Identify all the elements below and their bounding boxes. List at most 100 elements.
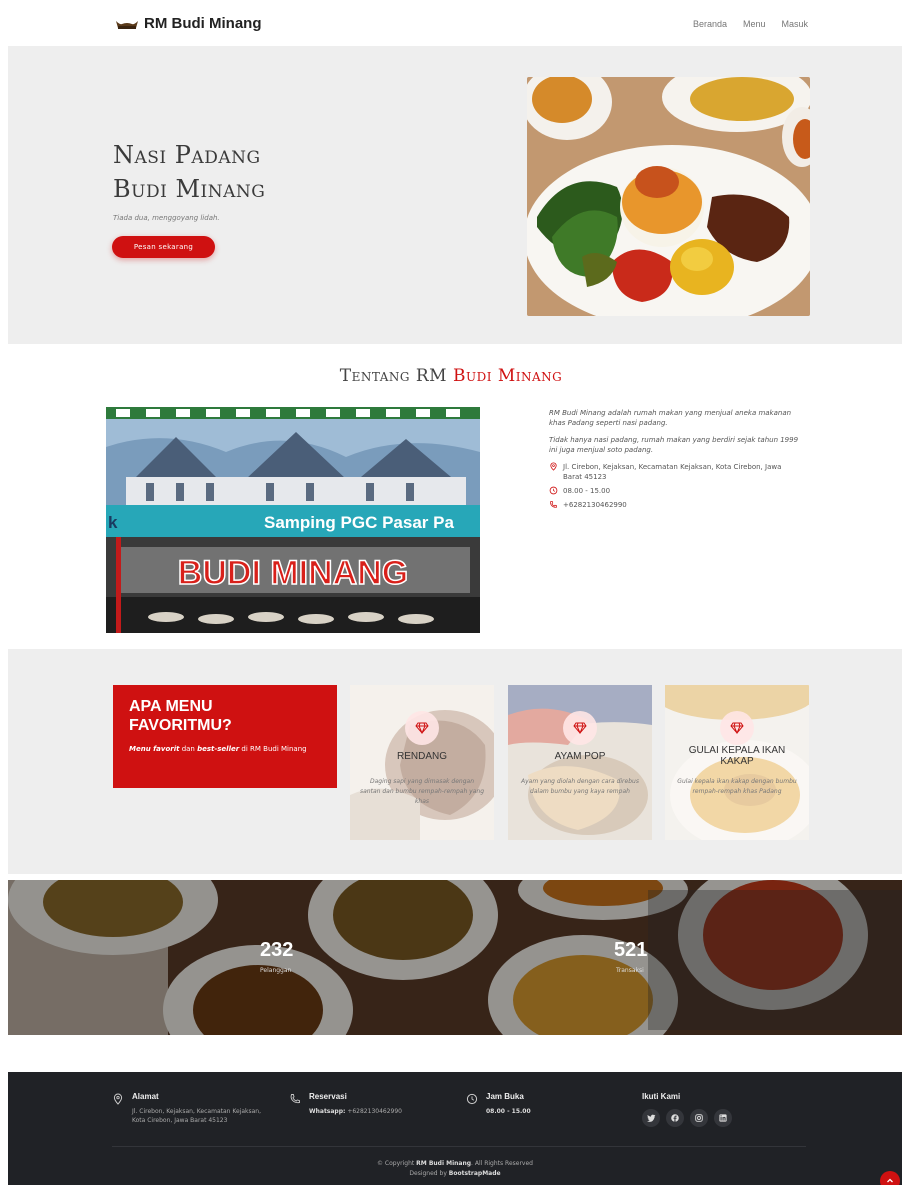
- order-now-button[interactable]: Pesan sekarang: [112, 236, 215, 258]
- stats-background-image: [8, 880, 902, 1035]
- menu-card-rendang[interactable]: RENDANG Daging sapi yang dimasak dengan …: [350, 685, 494, 840]
- social-links: [642, 1109, 782, 1127]
- favorites-section: APA MENU FAVORITMU? Menu favorit dan bes…: [8, 649, 902, 874]
- favorites-sub-bold-1: Menu favorit: [129, 745, 180, 753]
- favorites-subtitle: Menu favorit dan best-seller di RM Budi …: [129, 745, 321, 753]
- footer-reservation-value[interactable]: +6282130462990: [345, 1108, 402, 1115]
- diamond-icon: [730, 722, 744, 734]
- brand-logo[interactable]: RM Budi Minang: [116, 15, 261, 32]
- menu-item-description: Gulai kepala ikan kakap dengan bumbu rem…: [677, 778, 797, 795]
- footer-address-title: Alamat: [132, 1092, 159, 1101]
- footer-divider: [112, 1146, 806, 1147]
- menu-card-icon-badge: [720, 711, 754, 745]
- about-address: Jl. Cirebon, Kejaksan, Kecamatan Kejaksa…: [549, 462, 799, 482]
- stat-transactions-value: 521: [614, 939, 648, 961]
- sign-name-text: BUDI MINANG: [178, 554, 408, 592]
- menu-card-overlay: [508, 685, 652, 840]
- site-footer: Alamat Jl. Cirebon, Kejaksan, Kecamatan …: [8, 1072, 902, 1185]
- about-paragraph-1: RM Budi Minang adalah rumah makan yang m…: [549, 409, 792, 427]
- about-title-plain: Tentang RM: [339, 366, 453, 386]
- phone-icon: [550, 500, 558, 508]
- footer-reservation: Reservasi Whatsapp: +6282130462990: [309, 1092, 459, 1116]
- menu-item-name: RENDANG: [396, 751, 447, 762]
- instagram-icon[interactable]: [690, 1109, 708, 1127]
- sign-location-text: Samping PGC Pasar Pa: [264, 513, 454, 532]
- back-to-top-button[interactable]: [880, 1171, 900, 1185]
- clock-icon: [549, 486, 558, 495]
- hero-title-line1: Nasi Padang: [113, 141, 261, 169]
- menu-item-name: GULAI KEPALA IKAN KAKAP: [688, 745, 786, 767]
- about-hours-text: 08.00 - 15.00: [563, 487, 611, 495]
- menu-item-description: Daging sapi yang dimasak dengan santan d…: [360, 778, 485, 805]
- hero-subtitle: Tiada dua, menggoyang lidah.: [113, 214, 220, 222]
- linkedin-icon[interactable]: [714, 1109, 732, 1127]
- menu-card-icon-badge: [563, 711, 597, 745]
- menu-item-description: Ayam yang diolah dengan cara direbus dal…: [521, 778, 639, 795]
- hero-title-line2: Budi Minang: [113, 175, 266, 203]
- footer-hours-title: Jam Buka: [486, 1092, 524, 1101]
- twitter-icon[interactable]: [642, 1109, 660, 1127]
- about-phone-text[interactable]: +6282130462990: [563, 500, 627, 510]
- map-pin-icon: [113, 1093, 123, 1105]
- hero-section: Nasi Padang Budi Minang Tiada dua, mengg…: [8, 46, 902, 344]
- nav-masuk[interactable]: Masuk: [781, 19, 808, 29]
- clock-icon: [466, 1093, 478, 1105]
- favorites-sub-end: di RM Budi Minang: [239, 745, 307, 753]
- map-pin-icon: [550, 462, 557, 471]
- about-hours: 08.00 - 15.00: [549, 486, 799, 496]
- menu-card-ayam-pop[interactable]: AYAM POP Ayam yang diolah dengan cara di…: [508, 685, 652, 840]
- copyright-brand: RM Budi Minang: [416, 1160, 472, 1167]
- footer-hours: Jam Buka 08.00 - 15.00: [486, 1092, 606, 1116]
- about-phone: +6282130462990: [549, 500, 799, 510]
- footer-reservation-title: Reservasi: [309, 1092, 347, 1101]
- favorites-heading-line1: APA MENU: [129, 698, 213, 715]
- about-description: RM Budi Minang adalah rumah makan yang m…: [549, 408, 799, 514]
- menu-card-overlay: [350, 685, 494, 840]
- designed-by-prefix: Designed by: [409, 1170, 449, 1177]
- footer-social-title: Ikuti Kami: [642, 1092, 681, 1101]
- diamond-icon: [573, 722, 587, 734]
- footer-address: Alamat Jl. Cirebon, Kejaksan, Kecamatan …: [132, 1092, 272, 1125]
- footer-social: Ikuti Kami: [642, 1092, 782, 1127]
- menu-item-name: AYAM POP: [554, 751, 606, 762]
- designed-by-link[interactable]: BootstrapMade: [449, 1170, 501, 1177]
- copyright-line: © Copyright RM Budi Minang. All Rights R…: [8, 1159, 902, 1169]
- menu-card-icon-badge: [405, 711, 439, 745]
- rumah-gadang-icon: [116, 20, 138, 29]
- phone-icon: [290, 1094, 300, 1104]
- footer-reservation-label: Whatsapp:: [309, 1108, 346, 1115]
- copyright-suffix: . All Rights Reserved: [471, 1160, 533, 1167]
- facebook-icon[interactable]: [666, 1109, 684, 1127]
- site-header: RM Budi Minang Beranda Menu Masuk: [0, 0, 902, 46]
- stat-transactions-label: Transaksi: [616, 967, 644, 974]
- about-title: Tentang RM Budi Minang: [0, 366, 902, 386]
- stat-customers-label: Pelanggan: [260, 967, 292, 974]
- arrow-up-icon: [887, 1178, 893, 1183]
- menu-card-gulai-kepala-ikan[interactable]: GULAI KEPALA IKAN KAKAP Gulai kepala ika…: [665, 685, 809, 840]
- diamond-icon: [415, 722, 429, 734]
- stat-customers-value: 232: [260, 939, 294, 961]
- brand-name: RM Budi Minang: [144, 15, 262, 32]
- copyright-prefix: © Copyright: [377, 1160, 417, 1167]
- about-paragraph-2: Tidak hanya nasi padang, rumah makan yan…: [549, 436, 799, 454]
- favorites-sub-bold-2: best-seller: [197, 745, 240, 753]
- sign-k-text: k: [108, 513, 118, 532]
- stats-section: 232 Pelanggan 521 Transaksi: [8, 880, 902, 1035]
- main-nav: Beranda Menu Masuk: [693, 19, 808, 29]
- favorites-heading: APA MENU FAVORITMU?: [129, 697, 321, 735]
- footer-reservation-text: Whatsapp: +6282130462990: [309, 1107, 459, 1116]
- favorites-sub-mid: dan: [179, 745, 198, 753]
- about-title-accent: Budi Minang: [452, 366, 563, 386]
- favorites-heading-card: APA MENU FAVORITMU? Menu favorit dan bes…: [113, 685, 337, 788]
- designed-by-line: Designed by BootstrapMade: [8, 1169, 902, 1179]
- nav-beranda[interactable]: Beranda: [693, 19, 727, 29]
- nav-menu[interactable]: Menu: [743, 19, 766, 29]
- hero-food-image: [527, 77, 810, 316]
- footer-hours-text: 08.00 - 15.00: [486, 1108, 531, 1115]
- restaurant-storefront-image: Samping PGC Pasar Pa k BUDI MINANG: [106, 407, 480, 633]
- copyright: © Copyright RM Budi Minang. All Rights R…: [8, 1159, 902, 1179]
- favorites-heading-line2: FAVORITMU?: [129, 717, 232, 734]
- about-address-text: Jl. Cirebon, Kejaksan, Kecamatan Kejaksa…: [563, 463, 782, 481]
- footer-address-text: Jl. Cirebon, Kejaksan, Kecamatan Kejaksa…: [132, 1108, 262, 1124]
- hero-title: Nasi Padang Budi Minang: [113, 138, 265, 206]
